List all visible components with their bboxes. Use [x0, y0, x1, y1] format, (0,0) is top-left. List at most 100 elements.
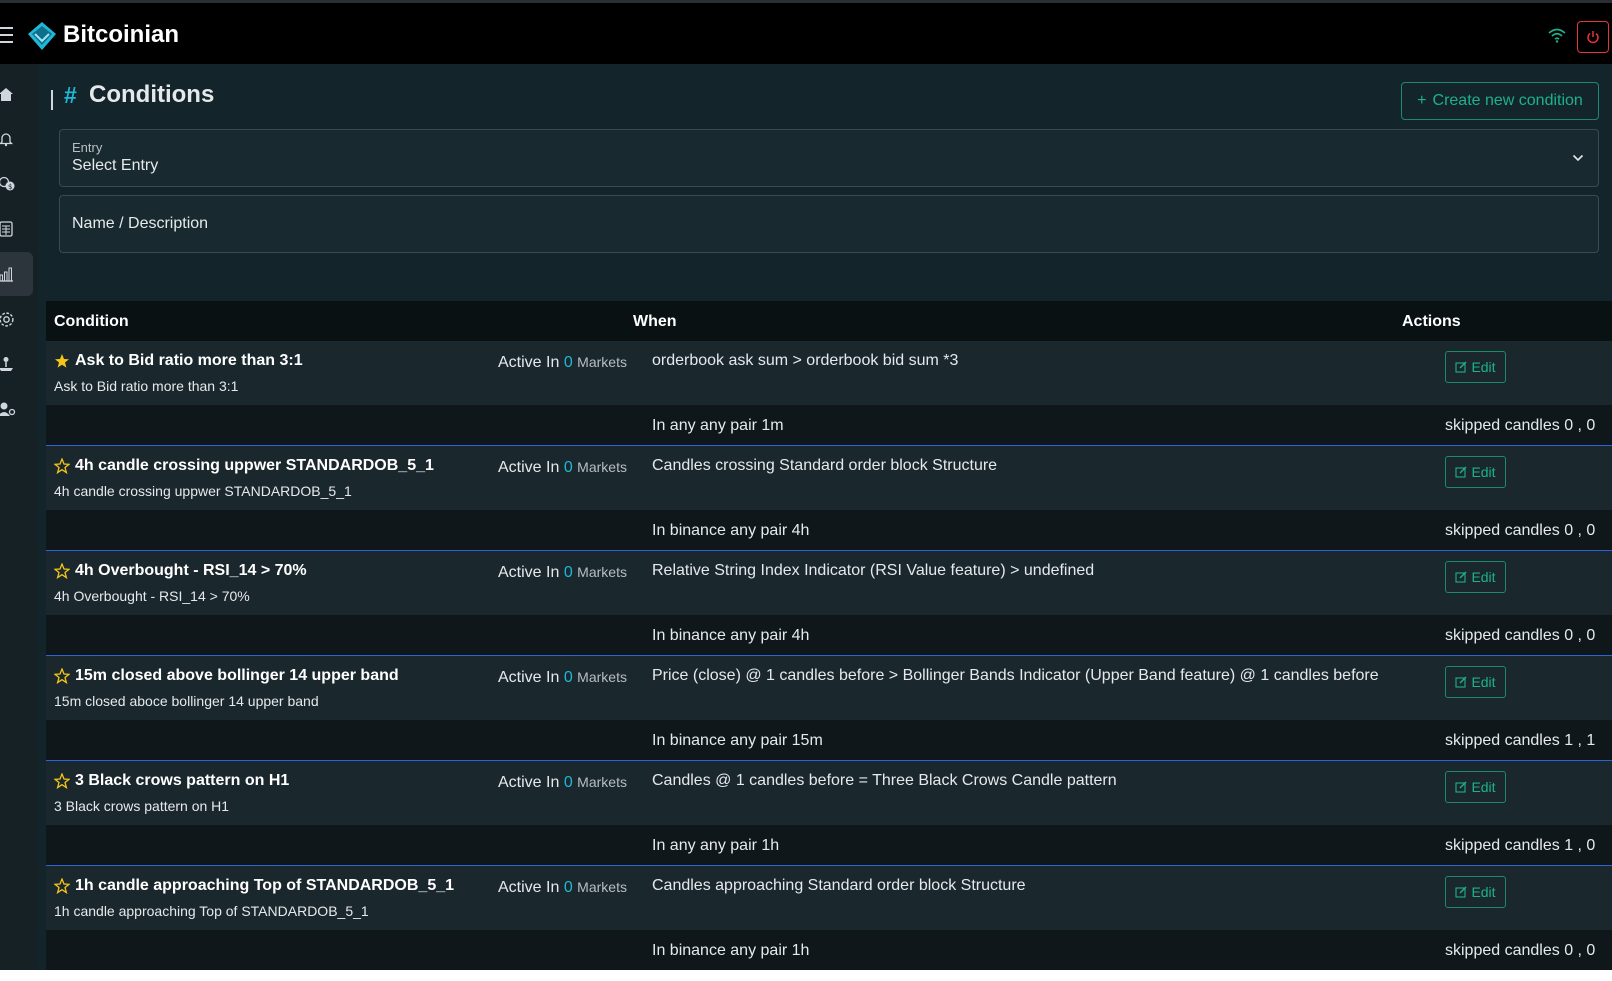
calculator-icon [0, 221, 13, 237]
title-divider [51, 90, 53, 110]
condition-scope: In any any pair 1h [652, 837, 780, 854]
active-market-count: 0 [563, 669, 573, 686]
skipped-candles: skipped candles 0 , 0 [1445, 522, 1596, 539]
sidebar-item-settings[interactable] [0, 297, 33, 341]
active-market-count: 0 [563, 879, 573, 896]
condition-when: Price (close) @ 1 candles before > Bolli… [652, 667, 1379, 684]
power-icon [1587, 31, 1599, 44]
star-outline-icon[interactable] [54, 878, 70, 894]
home-icon [0, 88, 13, 101]
condition-when: Relative String Index Indicator (RSI Val… [652, 562, 1095, 579]
header-when: When [633, 313, 677, 330]
markets-label: Markets [577, 459, 627, 475]
markets-label: Markets [577, 354, 627, 370]
edit-button[interactable]: Edit [1445, 561, 1506, 593]
table-subrow: In binance any pair 4h skipped candles 0 … [46, 510, 1612, 551]
entry-select-label: Entry [72, 140, 103, 155]
markets-label: Markets [577, 879, 627, 895]
table-row: 3 Black crows pattern on H1 3 Black crows… [46, 761, 1612, 825]
active-market-count: 0 [563, 354, 573, 371]
table-row: Ask to Bid ratio more than 3:1 Ask to Bid… [46, 341, 1612, 405]
chart-icon [0, 267, 13, 282]
bell-icon [0, 133, 14, 147]
coins-icon: $ [0, 176, 15, 191]
condition-name: 4h candle crossing uppwer STANDARDOB_5_1 [54, 457, 434, 475]
sidebar: $ [0, 64, 38, 970]
star-outline-icon[interactable] [54, 773, 70, 789]
logo-icon [28, 22, 56, 50]
active-in-label: Active In [498, 354, 560, 371]
svg-text:$: $ [8, 183, 12, 191]
sidebar-item-joystick[interactable] [0, 342, 33, 386]
condition-scope: In binance any pair 1h [652, 942, 810, 959]
active-in-label: Active In [498, 564, 560, 581]
condition-when: Candles approaching Standard order block… [652, 877, 1026, 894]
menu-icon[interactable] [0, 27, 13, 45]
table-subrow: In any any pair 1h skipped candles 1 , 0 [46, 825, 1612, 866]
header-actions: Actions [1402, 313, 1461, 330]
table-subrow: In any any pair 1m skipped candles 0 , 0 [46, 405, 1612, 446]
edit-label: Edit [1471, 359, 1496, 375]
condition-description: 4h Overbought - RSI_14 > 70% [54, 588, 250, 604]
star-outline-icon[interactable] [54, 563, 70, 579]
power-button[interactable] [1577, 21, 1609, 53]
condition-scope: In binance any pair 15m [652, 732, 823, 749]
condition-name: 15m closed above bollinger 14 upper band [54, 667, 399, 685]
edit-button[interactable]: Edit [1445, 456, 1506, 488]
condition-description: 4h candle crossing uppwer STANDARDOB_5_1 [54, 483, 352, 499]
skipped-candles: skipped candles 1 , 1 [1445, 732, 1596, 749]
condition-name-text: 1h candle approaching Top of STANDARDOB_… [75, 877, 455, 894]
sidebar-item-notifications[interactable] [0, 117, 33, 161]
condition-description: Ask to Bid ratio more than 3:1 [54, 378, 239, 394]
star-outline-icon[interactable] [54, 458, 70, 474]
name-description-input[interactable] [59, 195, 1599, 253]
skipped-candles: skipped candles 0 , 0 [1445, 417, 1596, 434]
active-in-label: Active In [498, 774, 560, 791]
sidebar-item-users[interactable] [0, 387, 33, 431]
edit-button[interactable]: Edit [1445, 876, 1506, 908]
sidebar-item-home[interactable] [0, 72, 33, 116]
condition-name-text: 4h Overbought - RSI_14 > 70% [75, 562, 307, 579]
edit-label: Edit [1471, 464, 1496, 480]
condition-name-text: 15m closed above bollinger 14 upper band [75, 667, 399, 684]
star-filled-icon[interactable] [54, 353, 70, 369]
edit-button[interactable]: Edit [1445, 771, 1506, 803]
table-row: 1h candle approaching Top of STANDARDOB_… [46, 866, 1612, 930]
active-in-markets: Active In 0 Markets [498, 354, 627, 372]
create-condition-button[interactable]: + Create new condition [1401, 82, 1599, 120]
sidebar-item-coins[interactable]: $ [0, 162, 33, 206]
page-bottom [0, 970, 1612, 981]
condition-description: 15m closed aboce bollinger 14 upper band [54, 693, 319, 709]
markets-label: Markets [577, 669, 627, 685]
active-in-label: Active In [498, 459, 560, 476]
skipped-candles: skipped candles 0 , 0 [1445, 627, 1596, 644]
condition-description: 3 Black crows pattern on H1 [54, 798, 230, 814]
condition-scope: In any any pair 1m [652, 417, 784, 434]
user-gear-icon [0, 402, 16, 416]
table-subrow: In binance any pair 4h skipped candles 0 … [46, 615, 1612, 656]
create-condition-label: Create new condition [1432, 92, 1583, 109]
star-outline-icon[interactable] [54, 668, 70, 684]
condition-name-text: 3 Black crows pattern on H1 [75, 772, 290, 789]
condition-name: 1h candle approaching Top of STANDARDOB_… [54, 877, 454, 895]
active-in-markets: Active In 0 Markets [498, 879, 627, 897]
skipped-candles: skipped candles 1 , 0 [1445, 837, 1596, 854]
sidebar-item-calculator[interactable] [0, 207, 33, 251]
hash-icon: # [64, 82, 77, 108]
condition-name-text: Ask to Bid ratio more than 3:1 [75, 352, 303, 369]
condition-name: Ask to Bid ratio more than 3:1 [54, 352, 303, 370]
sidebar-item-charts[interactable] [0, 252, 33, 296]
entry-select[interactable]: Entry Select Entry [59, 129, 1599, 187]
table-row: 4h Overbought - RSI_14 > 70% 4h Overbough… [46, 551, 1612, 615]
entry-select-value: Select Entry [72, 157, 159, 174]
edit-button[interactable]: Edit [1445, 666, 1506, 698]
markets-label: Markets [577, 774, 627, 790]
table-header: Condition When Actions [46, 301, 1612, 341]
wifi-icon [1548, 28, 1566, 43]
active-in-label: Active In [498, 669, 560, 686]
active-in-label: Active In [498, 879, 560, 896]
edit-button[interactable]: Edit [1445, 351, 1506, 383]
condition-when: Candles @ 1 candles before = Three Black… [652, 772, 1117, 789]
chevron-down-icon [1572, 154, 1584, 162]
edit-icon [1455, 361, 1467, 373]
